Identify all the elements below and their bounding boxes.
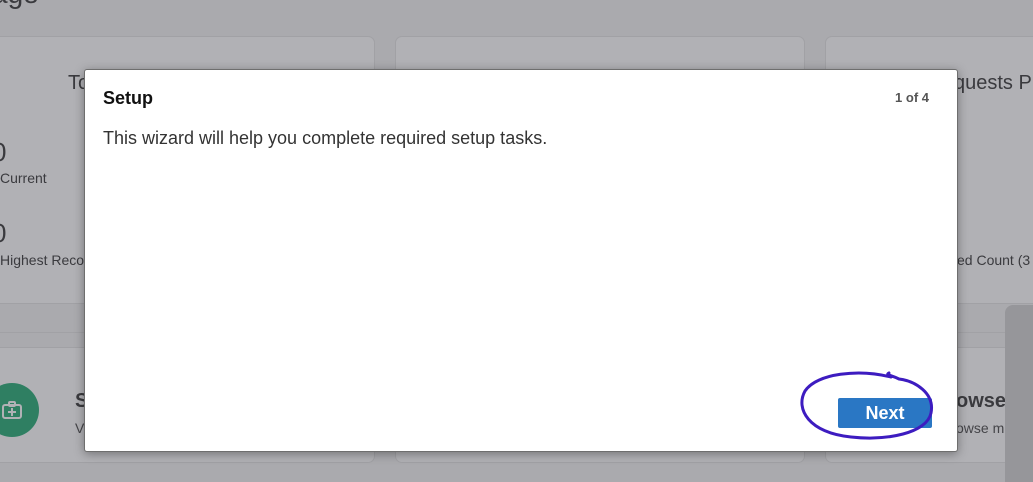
next-button[interactable]: Next — [838, 398, 932, 428]
dialog-title: Setup — [103, 88, 154, 108]
step-indicator: 1 of 4 — [895, 90, 929, 105]
setup-wizard-dialog: Setup 1 of 4 This wizard will help you c… — [84, 69, 958, 452]
dialog-message: This wizard will help you complete requi… — [103, 128, 548, 148]
